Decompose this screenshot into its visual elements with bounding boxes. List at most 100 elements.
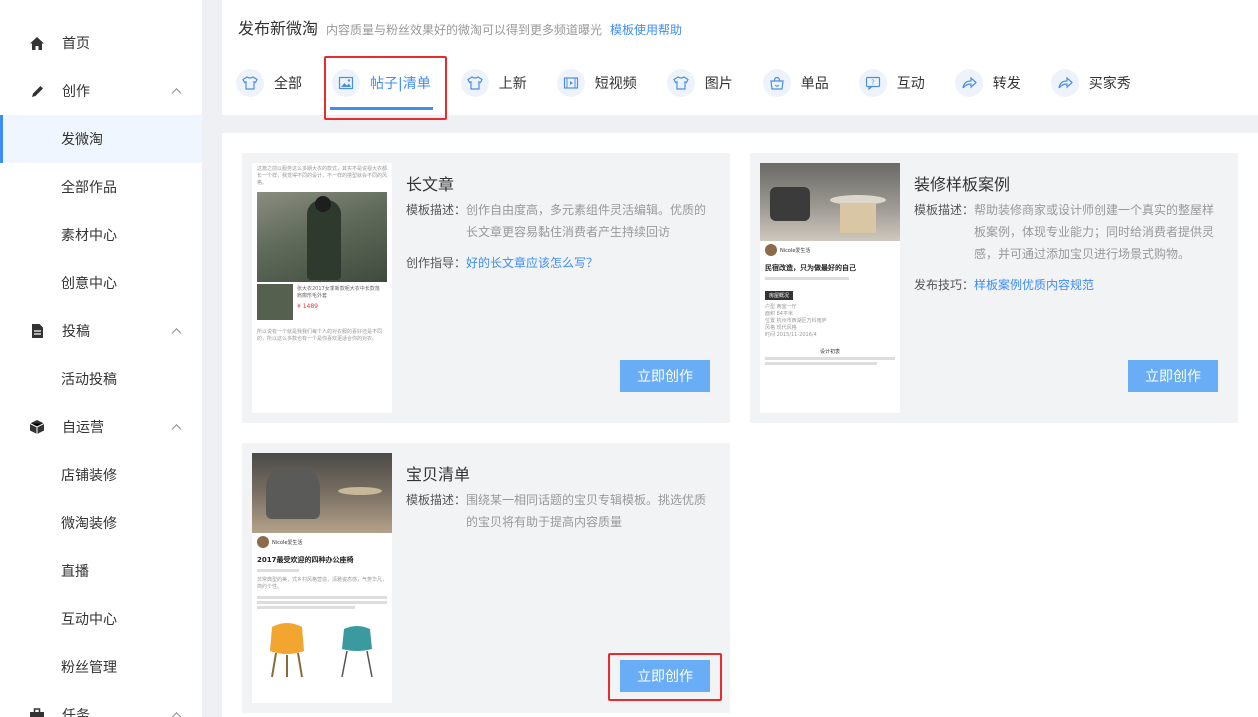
template-thumbnail: 这篇之前以服务这么多期大衣的款式，其实不是说视大衣都长一个样，我觉得不同的设计，… xyxy=(252,163,392,413)
thumb-title: 民宿改造，只为做最好的自己 xyxy=(765,264,856,272)
svg-text:?: ? xyxy=(871,79,875,87)
thumb-photo xyxy=(257,192,387,282)
box-icon xyxy=(28,418,46,436)
sidebar-group-submit[interactable]: 投稿 xyxy=(0,307,202,355)
thumb-text: 非常典型的美，式乡村风格营造，清雅姿态感，气势华凡，简约个性。 xyxy=(257,577,388,590)
shirt-icon xyxy=(460,69,489,97)
template-thumbnail: Nicole爱生活 2017最受欢迎的四种办公座椅 非常典型的美，式乡村风格营造… xyxy=(252,453,392,703)
thumb-text: 所以说有一个就是我我们每个人的对衣服的喜好还是不同的，所以这么多款也有一个是你喜… xyxy=(257,329,383,342)
sidebar-group-self-operate[interactable]: 自运营 xyxy=(0,403,202,451)
sidebar-item-label: 素材中心 xyxy=(61,228,117,244)
tab-short-video[interactable]: 短视频 xyxy=(556,66,637,100)
tab-label: 上新 xyxy=(498,76,527,92)
tips-link[interactable]: 样板案例优质内容规范 xyxy=(974,274,1094,296)
tab-label: 单品 xyxy=(800,76,829,92)
thumb-row: 位置 杭州市西湖区万科南庐 xyxy=(765,318,827,324)
thumb-photo xyxy=(760,163,900,241)
share-icon xyxy=(1050,69,1079,97)
card-title: 装修样板案例 xyxy=(914,175,1011,194)
film-icon xyxy=(556,69,585,97)
thumb-user: Nicole爱生活 xyxy=(780,247,811,254)
sidebar-item-material-center[interactable]: 素材中心 xyxy=(0,211,202,259)
sidebar-item-label: 创意中心 xyxy=(61,276,117,292)
sidebar-item-label: 微淘装修 xyxy=(61,516,117,532)
sidebar-item-home[interactable]: 首页 xyxy=(0,19,202,67)
sidebar-submit-label: 投稿 xyxy=(62,324,90,340)
tab-label: 互动 xyxy=(896,76,925,92)
briefcase-icon xyxy=(28,706,46,717)
home-icon xyxy=(28,34,46,52)
desc-label: 模板描述： xyxy=(914,203,975,217)
template-help-link[interactable]: 模板使用帮助 xyxy=(610,21,682,38)
shirt-icon xyxy=(236,69,264,97)
thumb-row: 时间 2015/11-2016/4 xyxy=(765,332,817,338)
desc-text: 创作自由度高，多元素组件灵活编辑。优质的长文章更容易黏住消费者产生持续回访 xyxy=(466,203,707,239)
sidebar-item-all-works[interactable]: 全部作品 xyxy=(0,163,202,211)
thumb-products xyxy=(252,619,392,679)
sidebar-create-label: 创作 xyxy=(62,84,90,100)
template-card-decor-case: Nicole爱生活 民宿改造，只为做最好的自己 房屋概况 户型 两室一厅 面积 … xyxy=(750,153,1238,423)
thumb-item-text: 张大衣2017女季新款呢大衣中长款落肩廓形毛外套 xyxy=(297,286,380,299)
thumb-price: ¥ 1489 xyxy=(297,303,318,310)
tab-label: 全部 xyxy=(274,76,302,92)
sidebar-group-task[interactable]: 任务 xyxy=(0,691,202,717)
sidebar: 首页 创作 发微淘 全部作品 素材中心 创意中心 投稿 活动投稿 自运营 店铺装… xyxy=(0,0,202,717)
sidebar-item-weitao-decor[interactable]: 微淘装修 xyxy=(0,499,202,547)
tab-buyer-show[interactable]: 买家秀 xyxy=(1050,66,1131,100)
desc-label: 模板描述： xyxy=(406,203,467,217)
template-card-long-article: 这篇之前以服务这么多期大衣的款式，其实不是说视大衣都长一个样，我觉得不同的设计，… xyxy=(242,153,730,423)
tab-label: 图片 xyxy=(704,76,733,92)
create-button[interactable]: 立即创作 xyxy=(1128,360,1218,392)
shirt-icon xyxy=(666,69,695,97)
tab-interaction[interactable]: ? 互动 xyxy=(858,66,925,100)
thumb-row: 户型 两室一厅 xyxy=(765,304,797,310)
sidebar-home-label: 首页 xyxy=(62,36,90,52)
desc-text: 帮助装修商家或设计师创建一个真实的整屋样板案例，体现专业能力；同时给消费者提供灵… xyxy=(974,203,1215,261)
sidebar-item-label: 发微淘 xyxy=(61,132,103,148)
thumb-section: 设计初衷 xyxy=(819,349,840,355)
chevron-up-icon[interactable] xyxy=(171,424,182,435)
template-list: 这篇之前以服务这么多期大衣的款式，其实不是说视大衣都长一个样，我觉得不同的设计，… xyxy=(222,133,1258,717)
tab-label: 买家秀 xyxy=(1088,76,1131,92)
question-bubble-icon: ? xyxy=(858,69,887,97)
tab-all[interactable]: 全部 xyxy=(236,66,302,100)
sidebar-item-post-weitao[interactable]: 发微淘 xyxy=(0,115,202,163)
highlight-box-button xyxy=(608,653,722,701)
thumb-tag: 房屋概况 xyxy=(765,291,794,300)
card-title: 宝贝清单 xyxy=(406,465,471,484)
chevron-up-icon[interactable] xyxy=(171,712,182,717)
thumb-product: 张大衣2017女季新款呢大衣中长款落肩廓形毛外套 ¥ 1489 xyxy=(257,284,387,324)
thumb-text: 这篇之前以服务这么多期大衣的款式，其实不是说视大衣都长一个样，我觉得不同的设计，… xyxy=(257,166,388,186)
sidebar-item-shop-decor[interactable]: 店铺装修 xyxy=(0,451,202,499)
page-title: 发布新微淘 xyxy=(238,19,319,38)
sidebar-item-label: 粉丝管理 xyxy=(61,660,117,676)
share-icon xyxy=(954,69,983,97)
chevron-up-icon[interactable] xyxy=(171,328,182,339)
sidebar-item-interaction-center[interactable]: 互动中心 xyxy=(0,595,202,643)
sidebar-item-creative-center[interactable]: 创意中心 xyxy=(0,259,202,307)
pencil-icon xyxy=(28,82,46,100)
desc-text: 围绕某一相同话题的宝贝专辑模板。挑选优质的宝贝将有助于提高内容质量 xyxy=(466,493,707,529)
sidebar-item-label: 全部作品 xyxy=(61,180,117,196)
thumb-photo xyxy=(252,453,392,533)
sidebar-item-activity-submit[interactable]: 活动投稿 xyxy=(0,355,202,403)
tab-new-arrival[interactable]: 上新 xyxy=(460,66,527,100)
page-subtitle: 内容质量与粉丝效果好的微淘可以得到更多频道曝光 xyxy=(326,23,603,37)
sidebar-item-fans-manage[interactable]: 粉丝管理 xyxy=(0,643,202,691)
guide-label: 创作指导： xyxy=(406,256,467,270)
tab-label: 短视频 xyxy=(594,76,637,92)
tab-single-item[interactable]: 单品 xyxy=(762,66,829,100)
sidebar-group-create[interactable]: 创作 xyxy=(0,67,202,115)
sidebar-item-live[interactable]: 直播 xyxy=(0,547,202,595)
tab-image[interactable]: 图片 xyxy=(666,66,733,100)
guide-link[interactable]: 好的长文章应该怎么写？ xyxy=(466,252,598,274)
document-icon xyxy=(28,322,46,340)
tab-forward[interactable]: 转发 xyxy=(954,66,1021,100)
sidebar-item-label: 活动投稿 xyxy=(61,372,117,388)
tips-label: 发布技巧： xyxy=(914,278,975,292)
create-button[interactable]: 立即创作 xyxy=(620,360,710,392)
bag-icon xyxy=(762,69,791,97)
desc-label: 模板描述： xyxy=(406,493,467,507)
sidebar-item-label: 店铺装修 xyxy=(61,468,117,484)
chevron-up-icon[interactable] xyxy=(171,88,182,99)
